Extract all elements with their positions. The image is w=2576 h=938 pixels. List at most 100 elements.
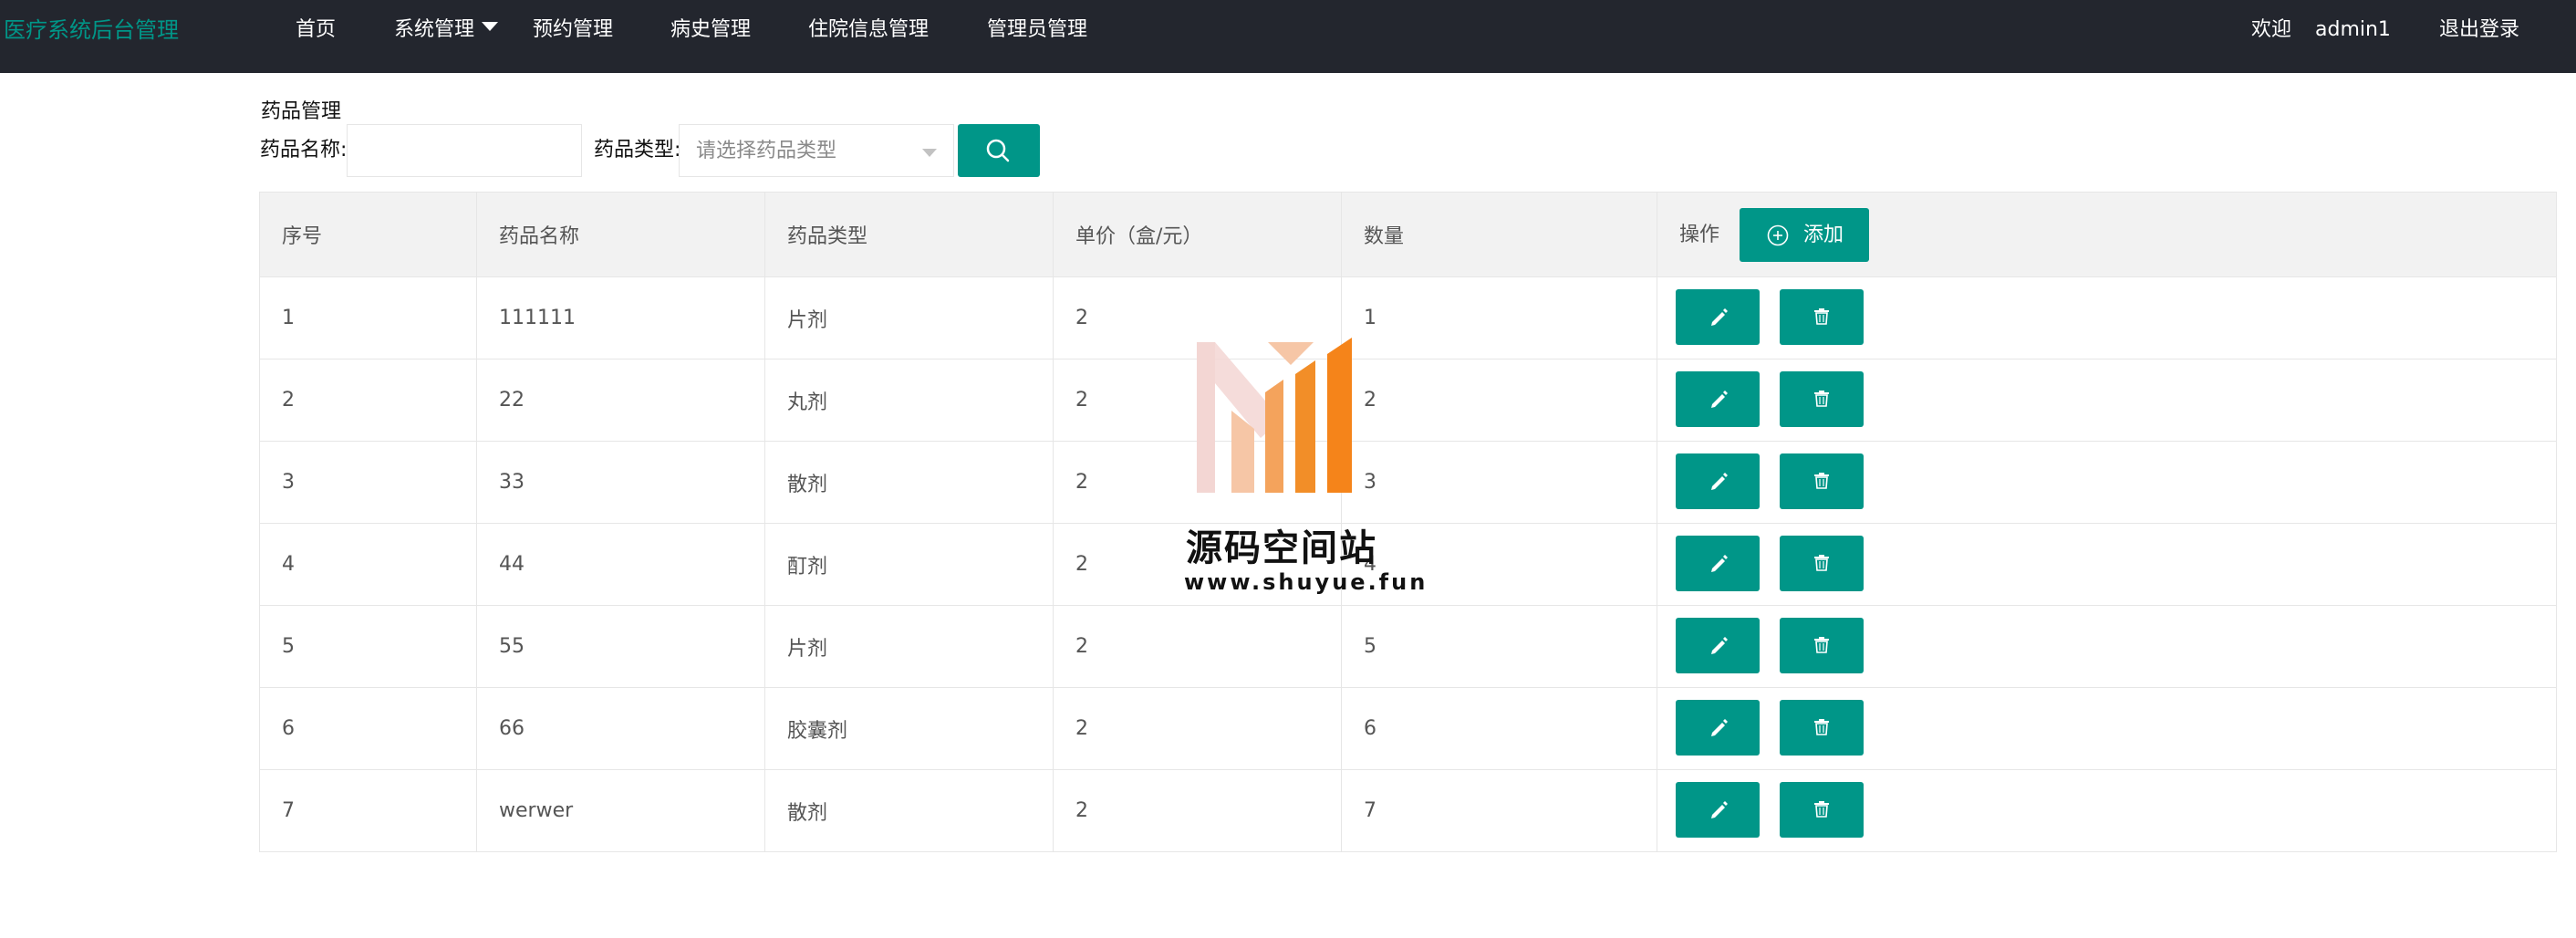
delete-button[interactable] bbox=[1780, 700, 1864, 756]
drug-type-placeholder: 请选择药品类型 bbox=[696, 140, 837, 162]
cell-price: 2 bbox=[1053, 605, 1342, 688]
cell-qty: 2 bbox=[1341, 359, 1657, 442]
drug-type-select[interactable]: 请选择药品类型 bbox=[679, 124, 954, 177]
edit-button[interactable] bbox=[1676, 453, 1760, 509]
cell-type: 丸剂 bbox=[764, 359, 1054, 442]
col-header-actions-label: 操作 bbox=[1679, 224, 1720, 246]
cell-price: 2 bbox=[1053, 276, 1342, 360]
cell-id: 1 bbox=[259, 276, 477, 360]
edit-button[interactable] bbox=[1676, 536, 1760, 591]
cell-type: 片剂 bbox=[764, 605, 1054, 688]
cell-id: 5 bbox=[259, 605, 477, 688]
cell-qty: 3 bbox=[1341, 441, 1657, 524]
cell-qty: 5 bbox=[1341, 605, 1657, 688]
cell-id: 7 bbox=[259, 769, 477, 852]
cell-actions bbox=[1657, 687, 2557, 770]
cell-id: 2 bbox=[259, 359, 477, 442]
chevron-down-icon bbox=[922, 149, 937, 157]
table-row: 7 werwer 散剂 2 7 bbox=[259, 769, 2557, 852]
trash-icon bbox=[1814, 308, 1829, 325]
nav-item-history[interactable]: 病史管理 bbox=[670, 0, 751, 60]
nav-item-system-label: 系统管理 bbox=[394, 18, 475, 41]
drug-name-input[interactable] bbox=[347, 124, 582, 177]
table-row: 6 66 胶囊剂 2 6 bbox=[259, 687, 2557, 770]
nav-item-home[interactable]: 首页 bbox=[296, 0, 336, 60]
cell-name: 66 bbox=[476, 687, 765, 770]
cell-actions bbox=[1657, 359, 2557, 442]
watermark-url: www.shuyue.fun bbox=[1184, 569, 1428, 595]
caret-down-icon bbox=[482, 22, 499, 31]
edit-button[interactable] bbox=[1676, 618, 1760, 673]
cell-name: 22 bbox=[476, 359, 765, 442]
col-header-id: 序号 bbox=[259, 192, 477, 277]
add-button[interactable]: 添加 bbox=[1740, 208, 1869, 262]
cell-price: 2 bbox=[1053, 769, 1342, 852]
cell-actions bbox=[1657, 769, 2557, 852]
cell-name: werwer bbox=[476, 769, 765, 852]
table-header-row: 序号 药品名称 药品类型 单价（盒/元） 数量 操作 添加 bbox=[259, 192, 2557, 277]
cell-id: 6 bbox=[259, 687, 477, 770]
top-nav-bar: 医疗系统后台管理 首页 系统管理 预约管理 病史管理 住院信息管理 管理员管理 … bbox=[0, 0, 2576, 73]
edit-button[interactable] bbox=[1676, 289, 1760, 345]
pencil-icon bbox=[1711, 555, 1728, 572]
nav-item-appointment[interactable]: 预约管理 bbox=[533, 0, 613, 60]
cell-name: 55 bbox=[476, 605, 765, 688]
cell-type: 胶囊剂 bbox=[764, 687, 1054, 770]
page-title: 药品管理 bbox=[261, 100, 342, 123]
watermark-title: 源码空间站 bbox=[1186, 527, 1377, 569]
logout-link[interactable]: 退出登录 bbox=[2439, 0, 2519, 60]
add-button-label: 添加 bbox=[1803, 224, 1844, 246]
cell-name: 33 bbox=[476, 441, 765, 524]
trash-icon bbox=[1814, 473, 1829, 489]
drug-table: 序号 药品名称 药品类型 单价（盒/元） 数量 操作 添加 1 111111 片… bbox=[259, 192, 2557, 852]
cell-qty: 7 bbox=[1341, 769, 1657, 852]
delete-button[interactable] bbox=[1780, 371, 1864, 427]
nav-item-admin[interactable]: 管理员管理 bbox=[987, 0, 1087, 60]
nav-item-system[interactable]: 系统管理 bbox=[394, 0, 499, 60]
cell-id: 3 bbox=[259, 441, 477, 524]
cell-price: 2 bbox=[1053, 687, 1342, 770]
delete-button[interactable] bbox=[1780, 289, 1864, 345]
edit-button[interactable] bbox=[1676, 700, 1760, 756]
col-header-actions: 操作 添加 bbox=[1657, 192, 2557, 277]
cell-qty: 6 bbox=[1341, 687, 1657, 770]
edit-button[interactable] bbox=[1676, 782, 1760, 838]
pencil-icon bbox=[1711, 719, 1728, 736]
pencil-icon bbox=[1711, 308, 1728, 326]
nav-item-inpatient[interactable]: 住院信息管理 bbox=[808, 0, 929, 60]
delete-button[interactable] bbox=[1780, 453, 1864, 509]
col-header-qty: 数量 bbox=[1341, 192, 1657, 277]
col-header-name: 药品名称 bbox=[476, 192, 765, 277]
edit-button[interactable] bbox=[1676, 371, 1760, 427]
trash-icon bbox=[1814, 555, 1829, 571]
cell-price: 2 bbox=[1053, 441, 1342, 524]
trash-icon bbox=[1814, 801, 1829, 818]
table-row: 3 33 散剂 2 3 bbox=[259, 441, 2557, 524]
cell-actions bbox=[1657, 276, 2557, 360]
cell-name: 111111 bbox=[476, 276, 765, 360]
search-button[interactable] bbox=[958, 124, 1040, 177]
welcome-text: 欢迎 bbox=[2251, 18, 2292, 41]
cell-actions bbox=[1657, 605, 2557, 688]
col-header-price: 单价（盒/元） bbox=[1053, 192, 1342, 277]
delete-button[interactable] bbox=[1780, 618, 1864, 673]
plus-circle-icon bbox=[1767, 224, 1789, 246]
cell-actions bbox=[1657, 441, 2557, 524]
search-icon bbox=[986, 139, 1010, 162]
cell-type: 散剂 bbox=[764, 441, 1054, 524]
delete-button[interactable] bbox=[1780, 782, 1864, 838]
delete-button[interactable] bbox=[1780, 536, 1864, 591]
trash-icon bbox=[1814, 637, 1829, 653]
trash-icon bbox=[1814, 719, 1829, 735]
pencil-icon bbox=[1711, 473, 1728, 490]
drug-name-label: 药品名称: bbox=[260, 139, 348, 162]
cell-name: 44 bbox=[476, 523, 765, 606]
cell-type: 片剂 bbox=[764, 276, 1054, 360]
cell-qty: 1 bbox=[1341, 276, 1657, 360]
pencil-icon bbox=[1711, 391, 1728, 408]
app-logo[interactable]: 医疗系统后台管理 bbox=[4, 0, 179, 73]
username[interactable]: admin1 bbox=[2315, 0, 2391, 60]
cell-actions bbox=[1657, 523, 2557, 606]
pencil-icon bbox=[1711, 801, 1728, 818]
drug-type-label: 药品类型: bbox=[594, 139, 681, 162]
